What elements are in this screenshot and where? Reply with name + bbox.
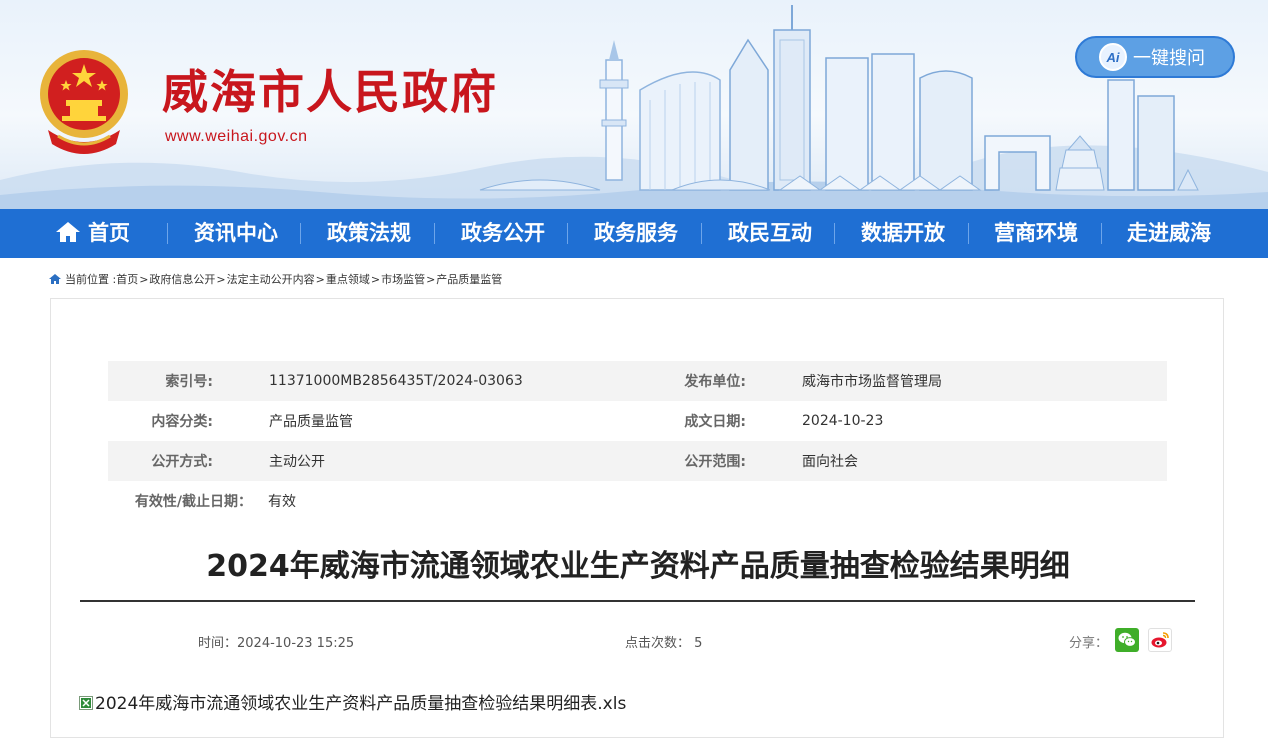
nav-item-policies[interactable]: 政策法规: [327, 209, 411, 258]
title-divider: [80, 600, 1195, 602]
article-title: 2024年威海市流通领域农业生产资料产品质量抽查检验结果明细: [206, 549, 1070, 584]
share-wechat-button[interactable]: [1115, 628, 1139, 652]
nav-separator: [434, 223, 435, 244]
content-category-value: 产品质量监管: [269, 414, 353, 430]
nav-item-home[interactable]: 首页: [54, 209, 130, 258]
validity-label: 有效性/截止日期：: [134, 494, 252, 510]
wechat-icon: [1118, 632, 1136, 647]
breadcrumb-separator: >: [315, 272, 325, 286]
nav-separator: [834, 223, 835, 244]
share-label: 分享：: [1069, 636, 1109, 651]
disclosure-scope-value: 面向社会: [802, 454, 858, 470]
ai-search-button[interactable]: Ai 一键搜问: [1075, 36, 1235, 78]
breadcrumb: 当前位置 : 首页 > 政府信息公开 > 法定主动公开内容 > 重点领域 > 市…: [48, 270, 502, 288]
breadcrumb-separator: >: [139, 272, 149, 286]
nav-separator: [567, 223, 568, 244]
nav-separator: [1101, 223, 1102, 244]
excel-file-icon: [79, 696, 93, 710]
nav-separator: [300, 223, 301, 244]
click-count-value: 5: [694, 636, 703, 651]
breadcrumb-separator: >: [216, 272, 226, 286]
ai-assistant-icon: Ai: [1099, 43, 1127, 71]
national-emblem-icon: [40, 50, 128, 154]
nav-separator: [167, 223, 168, 244]
weibo-icon: [1151, 632, 1169, 648]
attachment-filename: 2024年威海市流通领域农业生产资料产品质量抽查检验结果明细表.xls: [95, 694, 627, 714]
click-count-label: 点击次数：: [625, 636, 691, 651]
disclosure-method-value: 主动公开: [269, 454, 325, 470]
breadcrumb-item-statutory-content[interactable]: 法定主动公开内容: [227, 271, 315, 287]
location-home-icon: [49, 274, 61, 284]
site-title: 威海市人民政府: [162, 65, 498, 119]
site-banner: 威海市人民政府 www.weihai.gov.cn Ai 一键搜问: [0, 0, 1268, 210]
click-count: 点击次数： 5: [625, 632, 702, 651]
main-navigation: 首页 资讯中心 政策法规 政务公开 政务服务 政民互动 数据开放 营商环境 走进…: [0, 209, 1268, 258]
breadcrumb-item-home[interactable]: 首页: [116, 271, 138, 287]
nav-item-news-center[interactable]: 资讯中心: [194, 209, 278, 258]
breadcrumb-item-market-supervision[interactable]: 市场监管: [381, 271, 425, 287]
meta-row: 内容分类: 产品质量监管 成文日期: 2024-10-23: [108, 401, 1167, 441]
nav-separator: [701, 223, 702, 244]
site-url[interactable]: www.weihai.gov.cn: [165, 128, 307, 146]
document-date-value: 2024-10-23: [802, 413, 884, 429]
breadcrumb-prefix: 当前位置 :: [65, 273, 117, 286]
nav-item-business-environment[interactable]: 营商环境: [994, 209, 1078, 258]
publish-time: 时间：2024-10-23 15:25: [198, 636, 355, 651]
index-number-label: 索引号:: [165, 374, 213, 390]
breadcrumb-item-product-quality[interactable]: 产品质量监管: [436, 271, 502, 287]
nav-item-about-weihai[interactable]: 走进威海: [1127, 209, 1211, 258]
info-metadata-table: 索引号: 11371000MB2856435T/2024-03063 发布单位:…: [108, 361, 1167, 521]
home-icon: [56, 222, 80, 242]
meta-row: 公开方式: 主动公开 公开范围: 面向社会: [108, 441, 1167, 481]
nav-item-open-data[interactable]: 数据开放: [861, 209, 945, 258]
validity-value: 有效: [268, 494, 296, 510]
disclosure-method-label: 公开方式:: [151, 454, 213, 470]
breadcrumb-item-key-areas[interactable]: 重点领域: [326, 271, 370, 287]
meta-row: 有效性/截止日期： 有效: [108, 481, 1167, 521]
nav-item-government-services[interactable]: 政务服务: [594, 209, 678, 258]
nav-item-government-affairs[interactable]: 政务公开: [461, 209, 545, 258]
content-category-label: 内容分类:: [151, 414, 213, 430]
breadcrumb-separator: >: [426, 272, 436, 286]
nav-item-label: 首页: [88, 221, 130, 245]
meta-row: 索引号: 11371000MB2856435T/2024-03063 发布单位:…: [108, 361, 1167, 401]
attachment-link[interactable]: 2024年威海市流通领域农业生产资料产品质量抽查检验结果明细表.xls: [79, 689, 626, 714]
ai-search-label: 一键搜问: [1133, 48, 1205, 69]
breadcrumb-separator: >: [370, 272, 381, 286]
document-date-label: 成文日期:: [684, 414, 746, 430]
breadcrumb-item-info-disclosure[interactable]: 政府信息公开: [149, 271, 215, 287]
disclosure-scope-label: 公开范围:: [684, 454, 746, 470]
index-number-value: 11371000MB2856435T/2024-03063: [269, 373, 523, 389]
article-container: 索引号: 11371000MB2856435T/2024-03063 发布单位:…: [50, 298, 1224, 738]
nav-separator: [968, 223, 969, 244]
publisher-value: 威海市市场监督管理局: [802, 374, 942, 390]
share-weibo-button[interactable]: [1148, 628, 1172, 652]
publisher-label: 发布单位:: [684, 374, 746, 390]
nav-item-interaction[interactable]: 政民互动: [728, 209, 812, 258]
